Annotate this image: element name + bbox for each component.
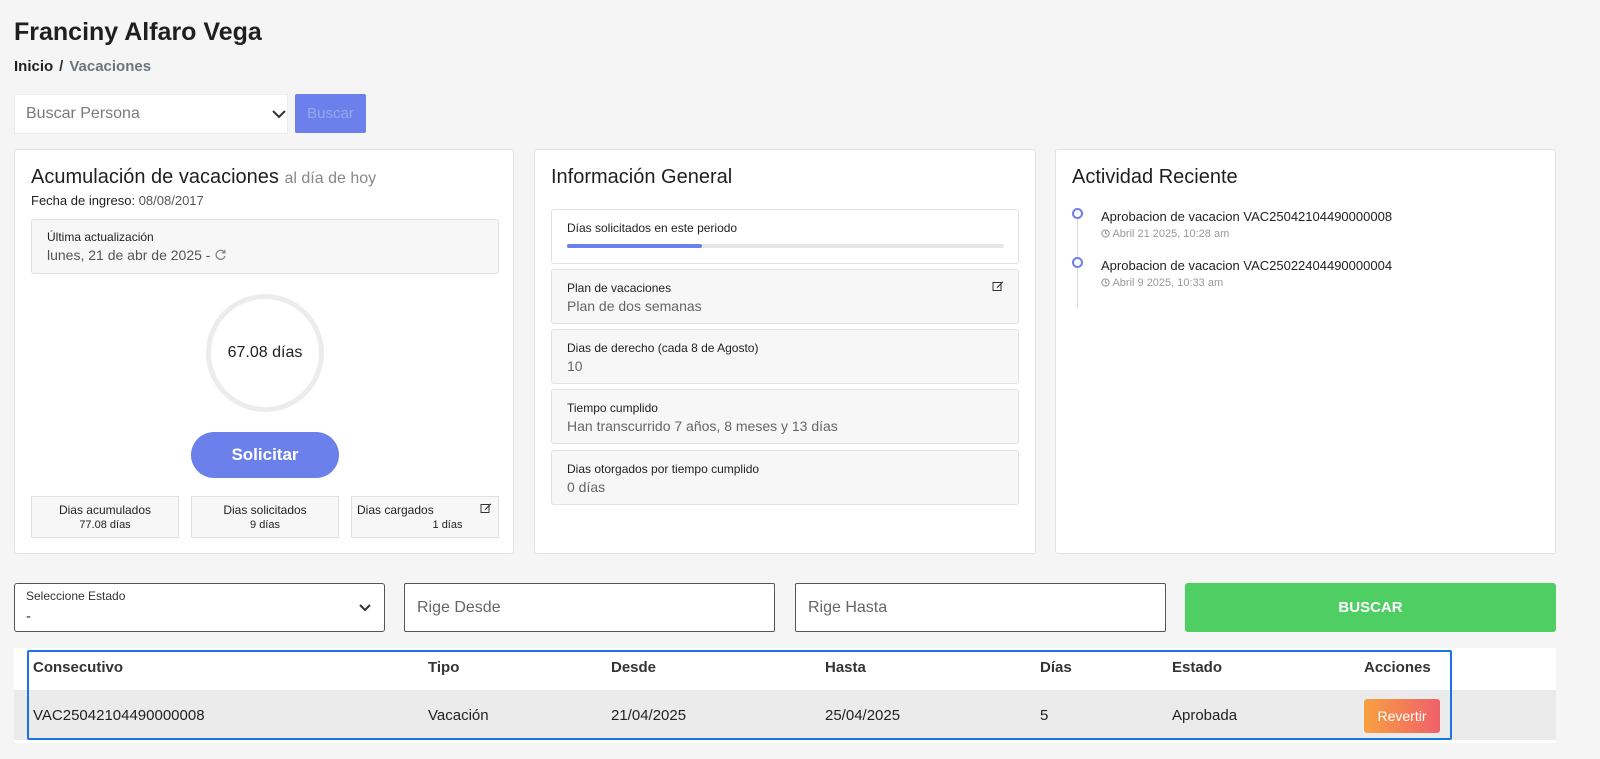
time-served-item: Tiempo cumplido Han transcurrido 7 años,… bbox=[551, 389, 1019, 444]
cell-dias: 5 bbox=[1040, 707, 1049, 724]
cell-tipo: Vacación bbox=[428, 707, 489, 724]
breadcrumb-separator: / bbox=[59, 58, 64, 75]
search-person-input[interactable] bbox=[15, 95, 255, 133]
recent-activity-title: Actividad Reciente bbox=[1072, 166, 1238, 188]
period-progress-fill bbox=[567, 244, 703, 248]
last-update-label: Última actualización bbox=[47, 230, 154, 244]
timeline-dot-icon bbox=[1072, 208, 1083, 219]
cell-consecutivo: VAC25042104490000008 bbox=[33, 707, 205, 724]
status-select-value: - bbox=[26, 608, 31, 625]
accumulation-title: Acumulación de vacaciones al día de hoy bbox=[31, 166, 377, 188]
refresh-icon[interactable] bbox=[214, 248, 227, 261]
header-tipo[interactable]: Tipo bbox=[428, 659, 459, 676]
stat-requested: Dias solicitados 9 días bbox=[191, 496, 339, 538]
general-info-title: Información General bbox=[551, 166, 733, 188]
rige-hasta-input[interactable] bbox=[795, 583, 1166, 632]
edit-icon[interactable] bbox=[480, 502, 492, 514]
revert-button[interactable]: Revertir bbox=[1364, 699, 1440, 733]
period-requested-item: Días solicitados en este periodo bbox=[551, 209, 1019, 264]
period-progress-bar bbox=[567, 244, 1004, 248]
breadcrumb: Inicio / Vacaciones bbox=[14, 58, 151, 75]
hire-date: Fecha de ingreso: 08/08/2017 bbox=[31, 193, 204, 208]
chevron-down-icon[interactable] bbox=[271, 108, 287, 120]
page-title: Franciny Alfaro Vega bbox=[14, 18, 262, 46]
timeline-dot-icon bbox=[1072, 257, 1083, 268]
breadcrumb-current: Vacaciones bbox=[69, 58, 152, 75]
cell-hasta: 25/04/2025 bbox=[825, 707, 901, 724]
entitled-days-item: Dias de derecho (cada 8 de Agosto) 10 bbox=[551, 329, 1019, 384]
accumulation-card: Acumulación de vacaciones al día de hoy … bbox=[14, 149, 514, 554]
period-requested-label: Días solicitados en este periodo bbox=[567, 221, 738, 235]
stat-loaded: Dias cargados 1 días bbox=[351, 496, 499, 538]
general-info-card: Información General Días solicitados en … bbox=[534, 149, 1036, 554]
chevron-down-icon bbox=[359, 604, 371, 612]
header-estado[interactable]: Estado bbox=[1172, 659, 1222, 676]
header-dias[interactable]: Días bbox=[1040, 659, 1072, 676]
status-select[interactable]: Seleccione Estado - bbox=[14, 583, 385, 632]
days-available-circle: 67.08 días bbox=[206, 294, 324, 412]
search-button[interactable]: Buscar bbox=[295, 94, 366, 133]
accumulation-subtitle: al día de hoy bbox=[284, 170, 377, 187]
breadcrumb-home[interactable]: Inicio bbox=[14, 58, 53, 75]
clock-icon bbox=[1101, 278, 1110, 287]
status-select-label: Seleccione Estado bbox=[26, 589, 126, 603]
header-desde[interactable]: Desde bbox=[611, 659, 656, 676]
table-row bbox=[14, 690, 1556, 740]
vacation-plan-item: Plan de vacaciones Plan de dos semanas bbox=[551, 269, 1019, 324]
header-hasta[interactable]: Hasta bbox=[825, 659, 866, 676]
cell-desde: 21/04/2025 bbox=[611, 707, 687, 724]
recent-activity-card: Actividad Reciente Aprobacion de vacacio… bbox=[1055, 149, 1556, 554]
clock-icon bbox=[1101, 229, 1110, 238]
rige-desde-input[interactable] bbox=[404, 583, 775, 632]
stat-accumulated: Dias acumulados 77.08 días bbox=[31, 496, 179, 538]
last-update-box: Última actualización lunes, 21 de abr de… bbox=[31, 219, 499, 274]
request-vacation-button[interactable]: Solicitar bbox=[191, 432, 339, 478]
cell-estado: Aprobada bbox=[1172, 707, 1238, 724]
filter-search-button[interactable]: BUSCAR bbox=[1185, 583, 1556, 632]
edit-plan-icon[interactable] bbox=[992, 280, 1004, 292]
header-consecutivo[interactable]: Consecutivo bbox=[33, 659, 123, 676]
header-acciones: Acciones bbox=[1364, 659, 1431, 676]
last-update-value: lunes, 21 de abr de 2025 - bbox=[47, 247, 227, 263]
person-search bbox=[14, 94, 288, 134]
granted-days-item: Dias otorgados por tiempo cumplido 0 día… bbox=[551, 450, 1019, 505]
